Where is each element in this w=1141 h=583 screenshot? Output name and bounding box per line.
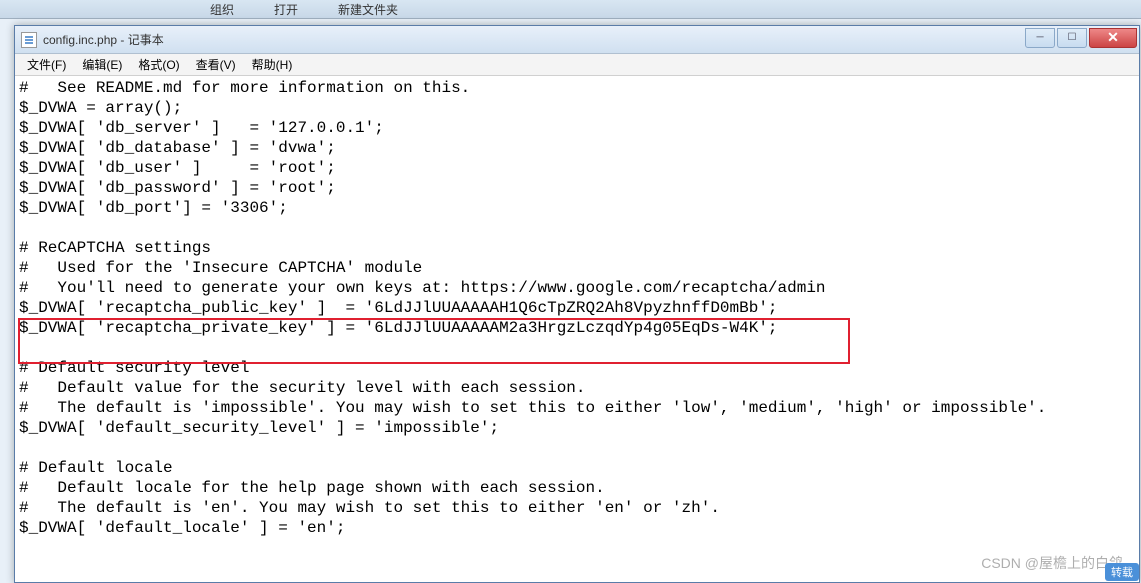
editor-area: # See README.md for more information on … bbox=[15, 76, 1139, 582]
toolbar-new-folder[interactable]: 新建文件夹 bbox=[338, 1, 398, 18]
maximize-button[interactable]: ☐ bbox=[1057, 28, 1087, 48]
titlebar[interactable]: config.inc.php - 记事本 ─ ☐ ✕ bbox=[15, 26, 1139, 54]
menu-edit[interactable]: 编辑(E) bbox=[74, 54, 130, 75]
menu-help[interactable]: 帮助(H) bbox=[244, 54, 301, 75]
toolbar-open[interactable]: 打开 bbox=[274, 1, 298, 18]
notepad-icon bbox=[21, 32, 37, 48]
toolbar-organize[interactable]: 组织 bbox=[210, 1, 234, 18]
menu-file[interactable]: 文件(F) bbox=[19, 54, 74, 75]
menu-format[interactable]: 格式(O) bbox=[130, 54, 187, 75]
menu-view[interactable]: 查看(V) bbox=[188, 54, 244, 75]
window-title: config.inc.php - 记事本 bbox=[43, 31, 1023, 48]
text-editor[interactable]: # See README.md for more information on … bbox=[15, 76, 1139, 582]
explorer-toolbar: 组织 打开 新建文件夹 bbox=[0, 0, 1141, 19]
watermark-text: CSDN @屋檐上的白鸽 bbox=[981, 553, 1123, 573]
notepad-window: config.inc.php - 记事本 ─ ☐ ✕ 文件(F) 编辑(E) 格… bbox=[14, 25, 1140, 583]
menubar: 文件(F) 编辑(E) 格式(O) 查看(V) 帮助(H) bbox=[15, 54, 1139, 76]
window-controls: ─ ☐ ✕ bbox=[1023, 28, 1137, 48]
close-button[interactable]: ✕ bbox=[1089, 28, 1137, 48]
minimize-button[interactable]: ─ bbox=[1025, 28, 1055, 48]
corner-badge: 转载 bbox=[1105, 563, 1139, 581]
